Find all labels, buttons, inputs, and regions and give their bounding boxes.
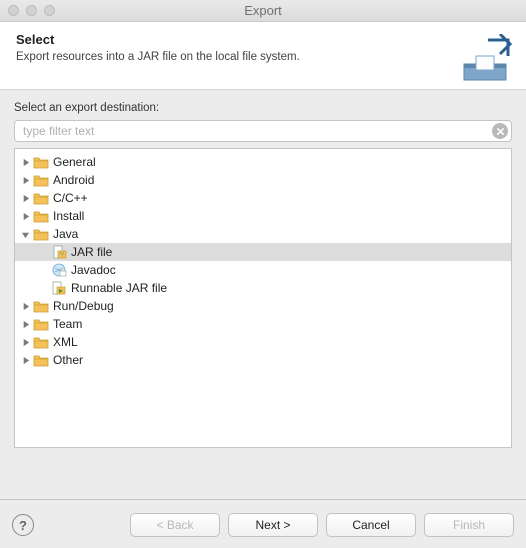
zoom-window-icon[interactable]	[44, 5, 55, 16]
folder-icon	[33, 191, 49, 205]
filter-input[interactable]	[14, 120, 512, 142]
tree-item-label: JAR file	[71, 245, 112, 259]
cancel-button[interactable]: Cancel	[326, 513, 416, 537]
help-button[interactable]: ?	[12, 514, 34, 536]
minimize-window-icon[interactable]	[26, 5, 37, 16]
window-title: Export	[244, 3, 282, 18]
tree-indent	[37, 246, 49, 258]
close-window-icon[interactable]	[8, 5, 19, 16]
tree-item-label: Team	[53, 317, 82, 331]
finish-button: Finish	[424, 513, 514, 537]
folder-icon	[33, 209, 49, 223]
tree-row[interactable]: Runnable JAR file	[15, 279, 511, 297]
export-tree[interactable]: General Android C/C++ Install Java JAR file Ja…	[14, 148, 512, 448]
wizard-footer: ? < Back Next > Cancel Finish	[0, 502, 526, 548]
page-description: Export resources into a JAR file on the …	[16, 51, 510, 63]
tree-indent	[37, 282, 49, 294]
runnable-jar-icon	[51, 281, 67, 295]
folder-icon	[33, 227, 49, 241]
tree-row[interactable]: JAR file	[15, 243, 511, 261]
next-button[interactable]: Next >	[228, 513, 318, 537]
wizard-body: Select an export destination: General And…	[0, 90, 526, 452]
tree-indent	[37, 264, 49, 276]
tree-item-label: Other	[53, 353, 83, 367]
folder-icon	[33, 335, 49, 349]
window-controls	[8, 0, 55, 21]
page-title: Select	[16, 32, 510, 47]
tree-row[interactable]: C/C++	[15, 189, 511, 207]
export-banner-icon	[458, 34, 514, 84]
footer-separator	[0, 499, 526, 500]
expand-icon[interactable]	[19, 300, 31, 312]
tree-row[interactable]: Other	[15, 351, 511, 369]
folder-icon	[33, 299, 49, 313]
folder-icon	[33, 173, 49, 187]
tree-row[interactable]: Team	[15, 315, 511, 333]
expand-icon[interactable]	[19, 156, 31, 168]
expand-icon[interactable]	[19, 210, 31, 222]
tree-row[interactable]: Javadoc	[15, 261, 511, 279]
filter-wrap	[14, 120, 512, 142]
tree-item-label: XML	[53, 335, 78, 349]
tree-row[interactable]: XML	[15, 333, 511, 351]
titlebar: Export	[0, 0, 526, 22]
tree-item-label: Javadoc	[71, 263, 116, 277]
back-button: < Back	[130, 513, 220, 537]
destination-label: Select an export destination:	[14, 102, 512, 114]
collapse-icon[interactable]	[19, 228, 31, 240]
folder-icon	[33, 353, 49, 367]
wizard-header: Select Export resources into a JAR file …	[0, 22, 526, 90]
tree-row[interactable]: Install	[15, 207, 511, 225]
folder-icon	[33, 155, 49, 169]
folder-icon	[33, 317, 49, 331]
tree-item-label: Install	[53, 209, 84, 223]
tree-row[interactable]: Java	[15, 225, 511, 243]
tree-row[interactable]: Android	[15, 171, 511, 189]
jar-file-icon	[51, 245, 67, 259]
tree-item-label: General	[53, 155, 96, 169]
expand-icon[interactable]	[19, 318, 31, 330]
tree-item-label: Runnable JAR file	[71, 281, 167, 295]
javadoc-icon	[51, 263, 67, 277]
tree-row[interactable]: Run/Debug	[15, 297, 511, 315]
tree-row[interactable]: General	[15, 153, 511, 171]
expand-icon[interactable]	[19, 174, 31, 186]
clear-filter-icon[interactable]	[492, 123, 508, 139]
expand-icon[interactable]	[19, 336, 31, 348]
tree-item-label: Run/Debug	[53, 299, 114, 313]
expand-icon[interactable]	[19, 192, 31, 204]
tree-item-label: C/C++	[53, 191, 88, 205]
tree-item-label: Android	[53, 173, 94, 187]
tree-item-label: Java	[53, 227, 78, 241]
expand-icon[interactable]	[19, 354, 31, 366]
